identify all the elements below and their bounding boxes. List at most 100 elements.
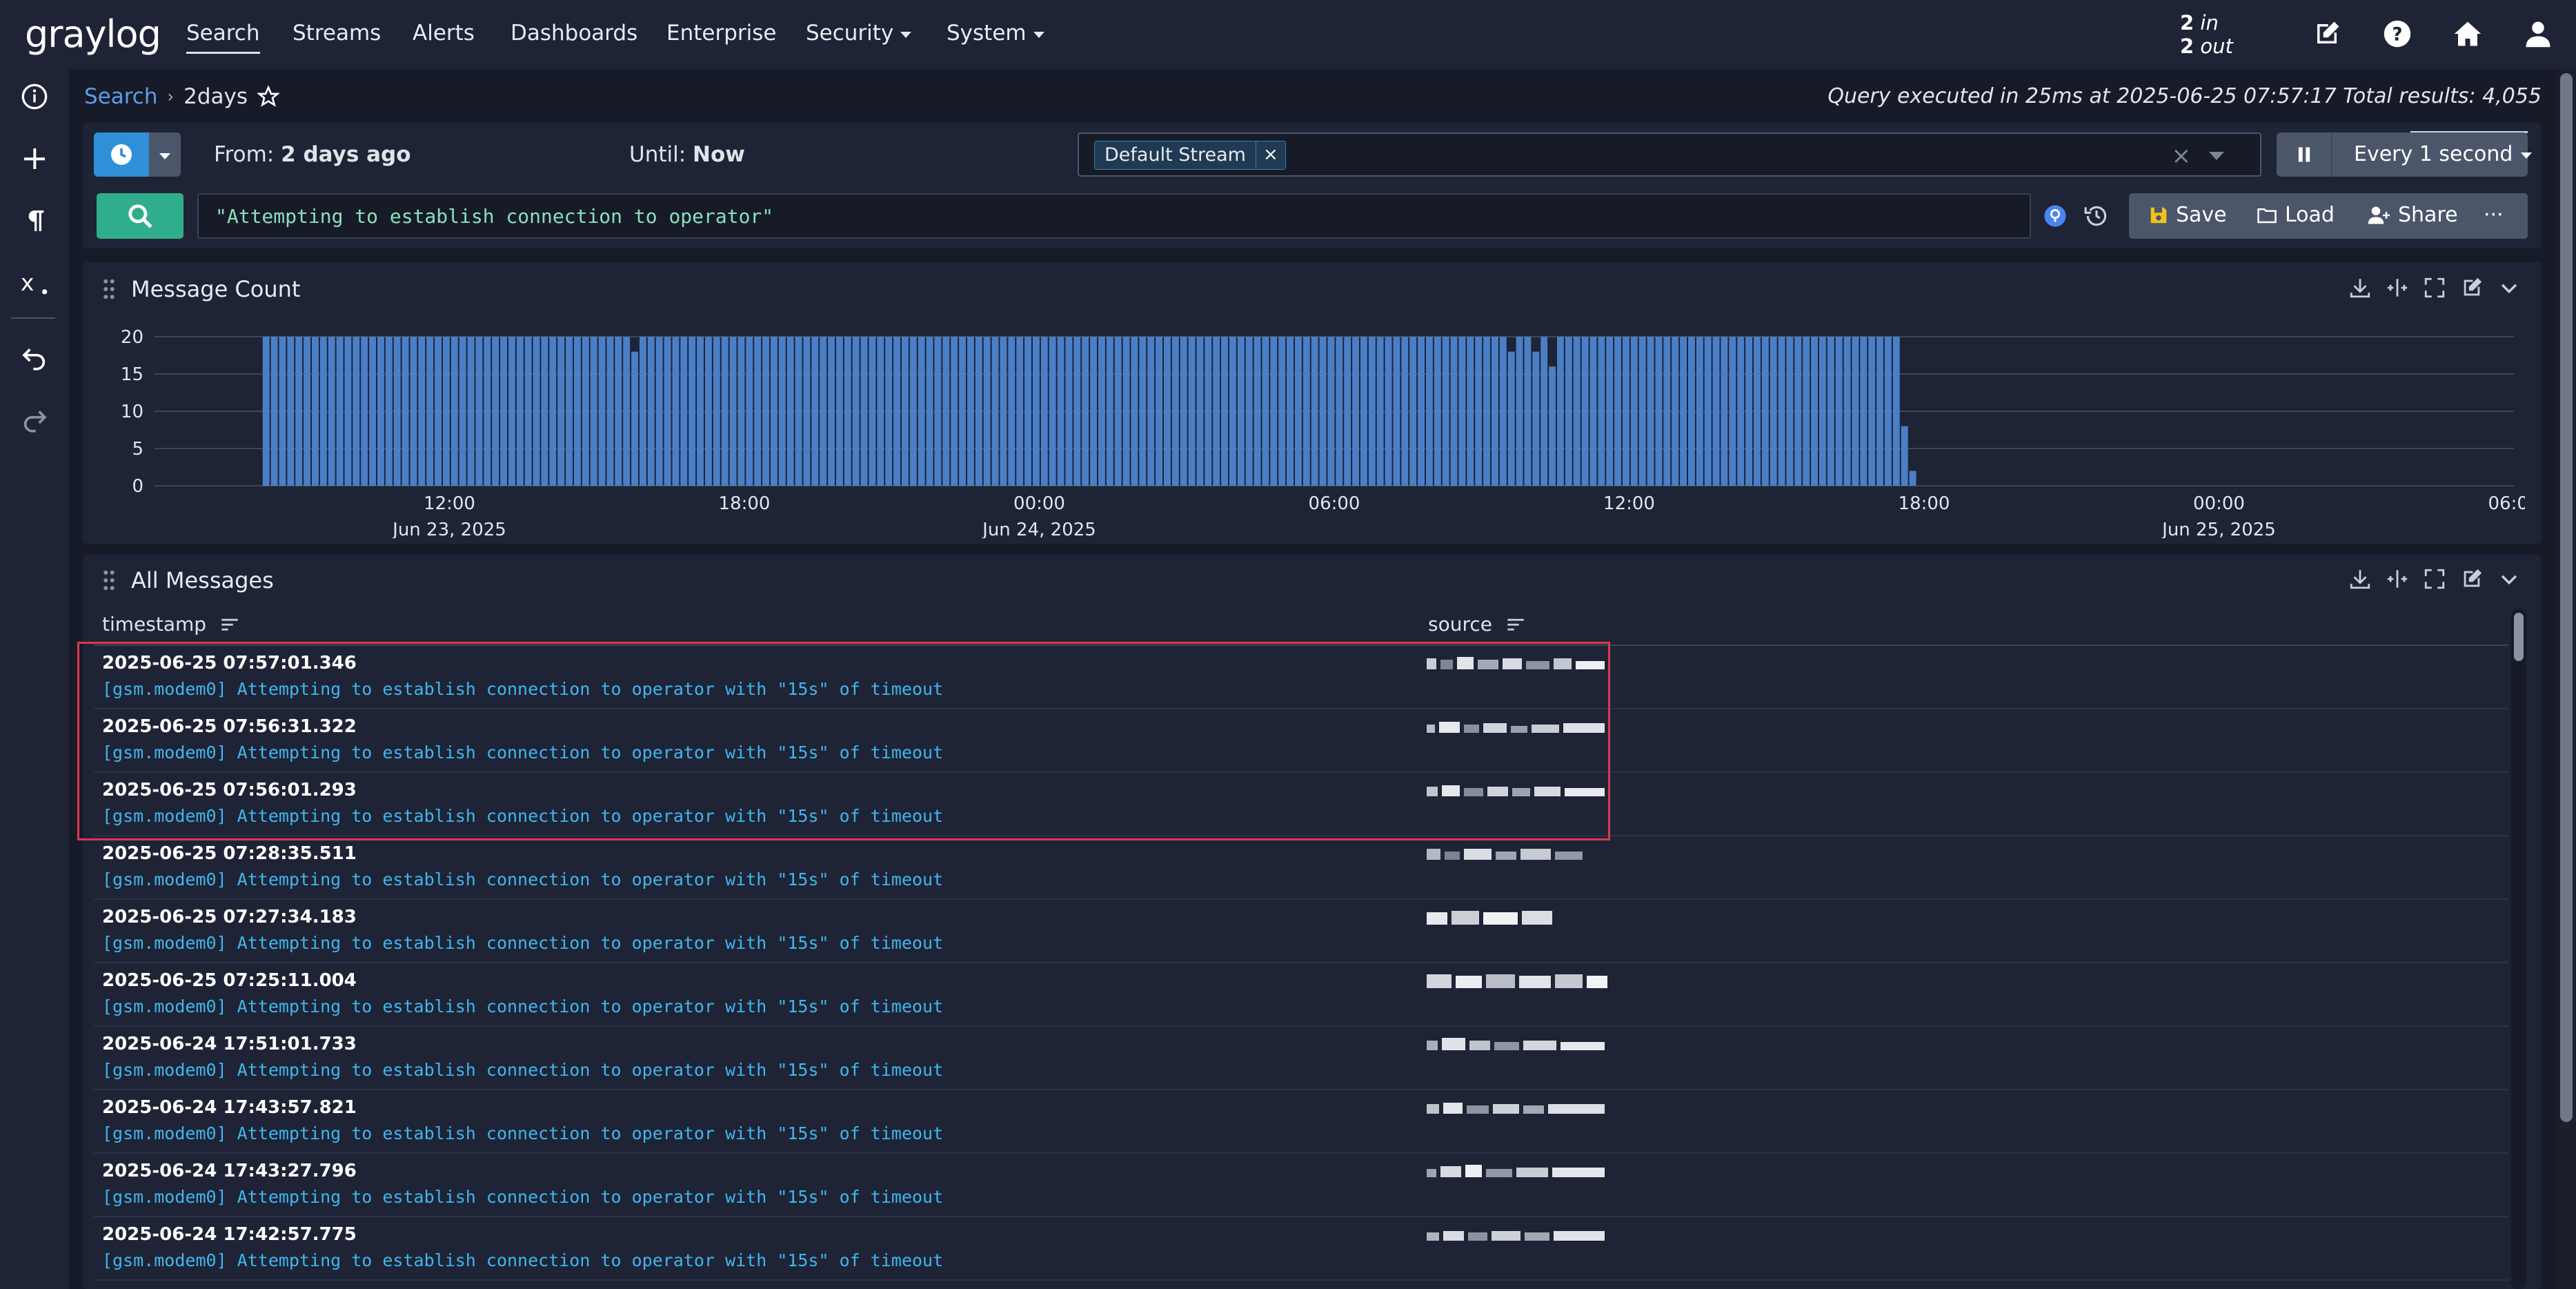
chart-bar: [1098, 337, 1105, 486]
chart-bar: [1565, 337, 1572, 486]
nav-enterprise[interactable]: Enterprise: [666, 21, 776, 46]
chart-bar: [697, 337, 704, 486]
table-row[interactable]: 2025-06-25 07:57:01.346 [gsm.modem0] Atte…: [94, 646, 2508, 709]
chart-bar: [1278, 337, 1286, 486]
star-icon[interactable]: [257, 86, 280, 108]
column-add-icon[interactable]: [2386, 567, 2409, 591]
save-button[interactable]: Save: [2148, 203, 2227, 227]
chart-bar: [1778, 337, 1785, 486]
column-header-timestamp[interactable]: timestamp: [102, 613, 239, 636]
table-scrollbar-thumb[interactable]: [2514, 613, 2524, 661]
download-icon[interactable]: [2348, 276, 2372, 299]
table-row[interactable]: 2025-06-25 07:28:35.511 [gsm.modem0] Atte…: [94, 836, 2508, 900]
chart-bar: [786, 337, 794, 486]
redo-button[interactable]: [18, 403, 51, 436]
history-icon[interactable]: [2083, 203, 2110, 229]
undo-button[interactable]: [18, 341, 51, 374]
sort-icon[interactable]: [1506, 616, 1525, 633]
x-tick-date-label: Jun 25, 2025: [2161, 520, 2276, 538]
chart-bar: [1156, 337, 1162, 486]
x-tick-label: 06:00: [2488, 493, 2525, 514]
drag-handle-icon[interactable]: [102, 279, 116, 299]
chart-bar: [1467, 337, 1474, 486]
pause-refresh-button[interactable]: [2277, 132, 2332, 177]
download-icon[interactable]: [2348, 567, 2372, 591]
share-button[interactable]: Share: [2368, 203, 2458, 227]
chart-bar: [1426, 337, 1433, 486]
time-range-until[interactable]: Until: Now: [629, 142, 745, 167]
parameters-button[interactable]: x: [18, 266, 51, 299]
table-row[interactable]: 2025-06-25 07:25:11.004 [gsm.modem0] Atte…: [94, 963, 2508, 1027]
chart-bar: [902, 337, 909, 486]
chart-bar: [1745, 337, 1752, 486]
table-row[interactable]: 2025-06-25 07:27:34.183 [gsm.modem0] Atte…: [94, 900, 2508, 963]
refresh-interval-dropdown[interactable]: Every 1 second: [2354, 142, 2533, 166]
chart-bar: [312, 337, 319, 486]
sort-icon[interactable]: [220, 616, 239, 633]
x-tick-label: 00:00: [1013, 493, 1065, 514]
table-row[interactable]: 2025-06-24 17:51:01.733 [gsm.modem0] Atte…: [94, 1027, 2508, 1090]
stream-select[interactable]: Default Stream × ×: [1078, 132, 2261, 177]
chart-bar: [1409, 337, 1417, 486]
chart-bar: [1418, 337, 1425, 486]
table-row[interactable]: 2025-06-24 17:42:57.775 [gsm.modem0] Atte…: [94, 1217, 2508, 1281]
table-row[interactable]: 2025-06-24 17:43:57.821 [gsm.modem0] Atte…: [94, 1090, 2508, 1154]
time-range-type-dropdown[interactable]: [149, 132, 181, 177]
source-redacted: [1427, 849, 1583, 860]
chart-bar: [991, 337, 999, 486]
nav-system[interactable]: System: [947, 21, 1044, 46]
highlighting-button[interactable]: [18, 204, 51, 237]
y-tick-label: 15: [121, 364, 143, 385]
breadcrumb-search-link[interactable]: Search: [84, 84, 158, 109]
column-header-source[interactable]: source: [1428, 613, 1525, 636]
chevron-down-icon[interactable]: [2497, 276, 2521, 299]
column-add-icon[interactable]: [2386, 276, 2409, 299]
chevron-down-icon[interactable]: [2497, 567, 2521, 591]
chart-bar: [1835, 337, 1843, 486]
clear-streams-icon[interactable]: ×: [2172, 142, 2192, 170]
time-range-button[interactable]: [94, 132, 149, 177]
table-scrollbar[interactable]: [2511, 609, 2526, 1289]
chart-bar: [811, 337, 819, 486]
create-button[interactable]: [18, 142, 51, 175]
chart-bar: [508, 337, 515, 486]
search-query-input[interactable]: "Attempting to establish connection to o…: [197, 193, 2031, 239]
info-button[interactable]: [18, 80, 51, 113]
page-scrollbar-thumb[interactable]: [2560, 73, 2573, 1122]
help-icon[interactable]: ?: [2383, 19, 2412, 48]
more-actions-button[interactable]: ···: [2484, 203, 2504, 227]
search-button[interactable]: [97, 193, 184, 239]
throughput-counter[interactable]: 2 in 2 out: [2180, 11, 2233, 58]
home-icon[interactable]: [2453, 19, 2482, 48]
chart-bar: [1205, 337, 1212, 486]
chart-bar: [435, 337, 442, 486]
message-timestamp: 2025-06-25 07:25:11.004: [102, 970, 357, 991]
stream-remove-icon[interactable]: ×: [1255, 141, 1285, 169]
edit-icon[interactable]: [2312, 19, 2341, 48]
table-row[interactable]: 2025-06-25 07:56:01.293 [gsm.modem0] Atte…: [94, 773, 2508, 836]
graylog-logo[interactable]: graylog: [25, 12, 161, 56]
nav-streams[interactable]: Streams: [293, 21, 381, 46]
edit-widget-icon[interactable]: [2460, 567, 2484, 591]
message-text: [gsm.modem0] Attempting to establish con…: [102, 996, 944, 1016]
time-range-from[interactable]: From: 2 days ago: [214, 142, 411, 167]
chart-bar: [402, 337, 409, 486]
nav-search[interactable]: Search: [186, 21, 260, 54]
chart-bar: [852, 337, 860, 486]
chart-bar: [1647, 337, 1654, 486]
svg-text:x: x: [21, 269, 34, 296]
chevron-down-icon[interactable]: [2209, 152, 2224, 160]
query-help-icon[interactable]: [2043, 204, 2067, 228]
nav-alerts[interactable]: Alerts: [413, 21, 475, 46]
chart-bar: [1581, 337, 1589, 486]
table-row[interactable]: 2025-06-25 07:56:31.322 [gsm.modem0] Atte…: [94, 709, 2508, 773]
table-row[interactable]: 2025-06-24 17:43:27.796 [gsm.modem0] Atte…: [94, 1154, 2508, 1217]
edit-widget-icon[interactable]: [2460, 276, 2484, 299]
expand-icon[interactable]: [2423, 567, 2446, 591]
nav-security[interactable]: Security: [806, 21, 912, 46]
drag-handle-icon[interactable]: [102, 570, 116, 591]
user-icon[interactable]: [2524, 19, 2553, 48]
load-button[interactable]: Load: [2256, 203, 2335, 227]
nav-dashboards[interactable]: Dashboards: [511, 21, 637, 46]
expand-icon[interactable]: [2423, 276, 2446, 299]
